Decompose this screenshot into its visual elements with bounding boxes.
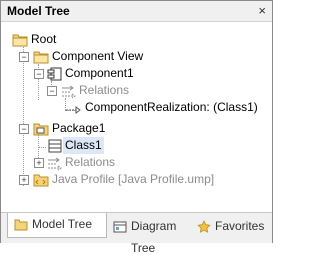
tree-node-component-realization[interactable]: ComponentRealization: (Class1) — [1, 99, 272, 116]
collapse-toggle[interactable]: − — [47, 86, 57, 96]
realization-target: (Class1) — [213, 100, 258, 114]
profile-icon — [33, 174, 49, 187]
favorites-icon — [197, 220, 211, 233]
tree-node-label: Package1 — [52, 121, 106, 135]
tree-node-label: Component1 — [65, 66, 134, 80]
package-icon — [33, 123, 49, 136]
tree-node-relations[interactable]: + Relations — [1, 154, 272, 171]
relations-icon — [48, 157, 62, 171]
relations-icon — [62, 85, 76, 99]
folder-open-icon — [12, 34, 28, 47]
tab-favorites[interactable]: Favorites — [191, 215, 269, 237]
collapse-toggle[interactable]: − — [34, 69, 44, 79]
realization-arrow-icon — [66, 106, 81, 114]
panel-title: Model Tree — [7, 4, 70, 18]
tree-node-relations[interactable]: − Relations — [1, 82, 272, 99]
tab-diagram-tree[interactable]: Diagram Tree — [107, 215, 189, 255]
tree-node-label: Component View — [52, 49, 144, 63]
tree-node-java-profile[interactable]: + Java Profile [Java Profile.ump] — [1, 171, 272, 188]
tree-node-component-view[interactable]: − Component View — [1, 48, 272, 65]
tree-node-component1[interactable]: − Component1 — [1, 65, 272, 82]
collapse-toggle[interactable]: − — [19, 52, 29, 62]
expand-toggle[interactable]: + — [19, 175, 29, 185]
model-tree-icon — [14, 219, 28, 231]
title-bar: Model Tree × — [1, 1, 272, 22]
tree-node-root[interactable]: Root — [1, 31, 272, 48]
tree-node-label: Relations — [65, 155, 116, 169]
folder-open-icon — [33, 51, 49, 64]
expand-toggle[interactable]: + — [34, 158, 44, 168]
tree-node-label-selected: Class1 — [63, 137, 104, 154]
tree-node-class1[interactable]: Class1 — [1, 137, 272, 154]
tab-model-tree[interactable]: Model Tree — [7, 213, 107, 238]
model-tree-window: Model Tree × Root − Component View − Com… — [0, 0, 273, 255]
tree-node-package1[interactable]: − Package1 — [1, 120, 272, 137]
collapse-toggle[interactable]: − — [19, 124, 29, 134]
tree-node-label: Relations — [79, 83, 130, 97]
realization-name: ComponentRealization: — [85, 100, 210, 114]
tree-node-label: Root — [31, 32, 57, 46]
tree-node-label: Java Profile [Java Profile.ump] — [52, 172, 215, 186]
panel-tabs: Model Tree Diagram Tree Favorites — [1, 212, 272, 255]
model-tree: Root − Component View − Component1 − Rel… — [1, 22, 272, 212]
diagram-tree-icon — [113, 221, 127, 233]
class-icon — [48, 139, 62, 153]
component-icon — [47, 67, 62, 81]
close-icon[interactable]: × — [258, 3, 266, 18]
